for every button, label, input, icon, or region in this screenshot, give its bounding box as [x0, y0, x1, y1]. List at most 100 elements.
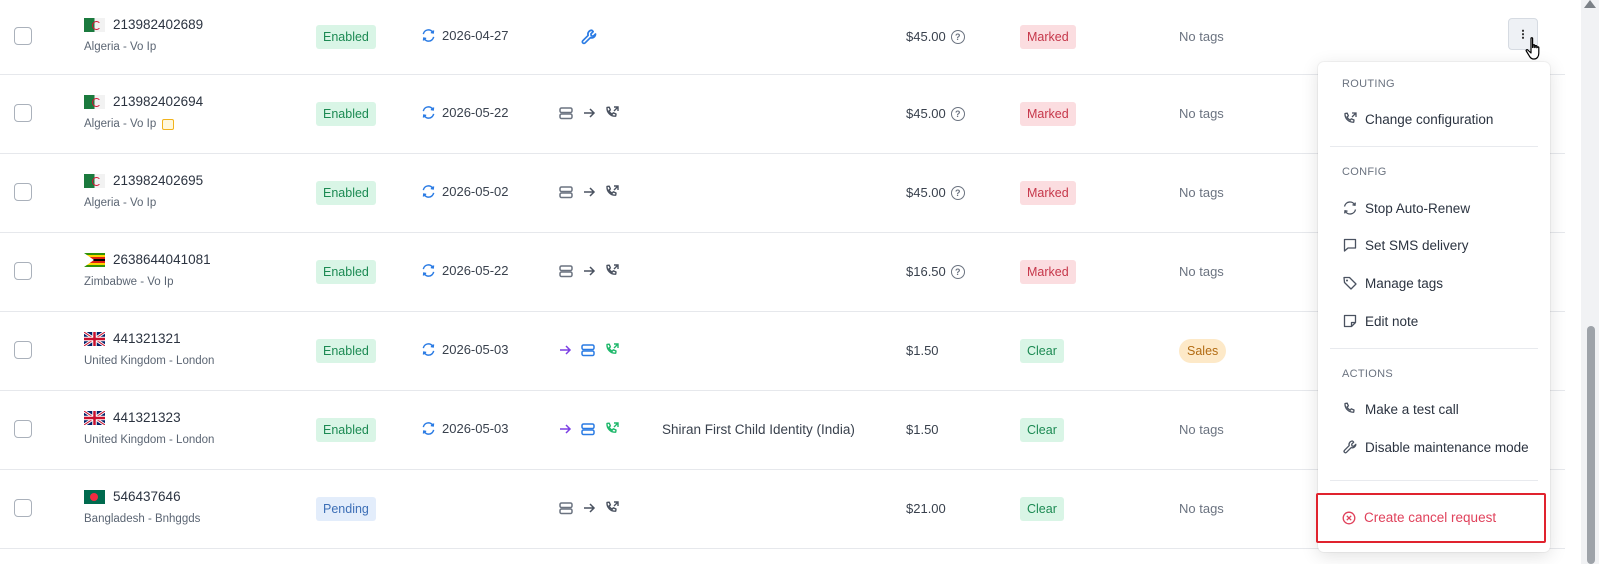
compliance-badge: Marked	[1020, 102, 1076, 126]
tags-text: No tags	[1179, 106, 1224, 121]
scroll-up-arrow-icon[interactable]	[1584, 0, 1596, 8]
server-icon	[559, 186, 573, 199]
arrow-right-icon	[584, 503, 596, 513]
renewal-date-text: 2026-04-27	[442, 28, 509, 43]
scrollbar-thumb[interactable]	[1587, 326, 1595, 564]
wrench-icon	[581, 29, 597, 45]
phone-forward-icon	[606, 106, 619, 117]
phone-icon	[1344, 402, 1355, 413]
identity-name: Shiran First Child Identity (India)	[662, 422, 855, 437]
price-text: $45.00	[906, 185, 946, 200]
refresh-icon	[422, 29, 435, 42]
compliance-badge: Clear	[1020, 339, 1064, 363]
menu-item-manage-tags[interactable]: Manage tags	[1342, 275, 1443, 291]
renewal-date: 2026-05-22	[421, 263, 509, 278]
message-icon	[1343, 238, 1357, 252]
phone-number: 546437646	[113, 489, 181, 504]
renewal-date-text: 2026-05-22	[442, 263, 509, 278]
row-checkbox[interactable]	[14, 341, 32, 359]
menu-item-make-test-call[interactable]: Make a test call	[1342, 401, 1459, 417]
tags-text: No tags	[1179, 185, 1224, 200]
number-cell: 213982402694 Algeria - Vo Ip	[84, 94, 203, 130]
renewal-date: 2026-05-22	[421, 105, 509, 120]
menu-section-actions: ACTIONS	[1342, 368, 1393, 380]
tags-text: No tags	[1179, 501, 1224, 516]
uk-flag-icon	[84, 331, 105, 346]
number-location: Zimbabwe - Vo Ip	[84, 276, 174, 288]
menu-item-edit-note[interactable]: Edit note	[1342, 313, 1418, 329]
renewal-date-text: 2026-05-02	[442, 184, 509, 199]
status-badge: Enabled	[316, 181, 376, 205]
renewal-date: 2026-05-03	[421, 342, 509, 357]
phone-forward-icon	[606, 343, 619, 354]
phone-forward-icon	[606, 185, 619, 196]
status-badge: Enabled	[316, 25, 376, 49]
tags-text: No tags	[1179, 29, 1224, 44]
price: $45.00?	[906, 185, 965, 200]
tag-badge: Sales	[1179, 339, 1227, 363]
compliance-badge: Clear	[1020, 418, 1064, 442]
number-cell: 213982402689 Algeria - Vo Ip	[84, 17, 203, 53]
wrench-icon	[1343, 440, 1357, 454]
tag-icon	[1343, 276, 1357, 290]
status-badge: Enabled	[316, 260, 376, 284]
menu-item-change-configuration[interactable]: Change configuration	[1342, 111, 1493, 127]
price: $45.00?	[906, 29, 965, 44]
number-location: Algeria - Vo Ip	[84, 197, 157, 209]
routing-indicator	[558, 184, 620, 200]
row-checkbox[interactable]	[14, 499, 32, 517]
phone-number: 213982402689	[113, 17, 204, 32]
tags-text: No tags	[1179, 422, 1224, 437]
phone-forward-icon	[1344, 112, 1357, 123]
menu-item-label: Manage tags	[1365, 275, 1444, 291]
status-badge: Enabled	[316, 339, 376, 363]
menu-section-routing: ROUTING	[1342, 78, 1395, 90]
row-checkbox[interactable]	[14, 27, 32, 45]
menu-item-create-cancel-request[interactable]: Create cancel request	[1342, 510, 1496, 525]
status-badge: Enabled	[316, 102, 376, 126]
menu-item-label: Make a test call	[1365, 401, 1459, 417]
routing-indicator	[558, 500, 620, 516]
refresh-icon	[422, 264, 435, 277]
number-cell: 213982402695 Algeria - Vo Ip	[84, 173, 203, 209]
help-icon[interactable]: ?	[950, 264, 965, 279]
row-checkbox[interactable]	[14, 104, 32, 122]
menu-item-disable-maintenance-mode[interactable]: Disable maintenance mode	[1342, 439, 1529, 455]
renewal-date-text: 2026-05-03	[442, 342, 509, 357]
number-location: Algeria - Vo Ip	[84, 41, 157, 53]
price: $1.50	[906, 343, 939, 358]
menu-item-label: Stop Auto-Renew	[1365, 200, 1471, 216]
menu-item-label: Change configuration	[1365, 111, 1494, 127]
row-checkbox[interactable]	[14, 262, 32, 280]
algeria-flag-icon	[84, 17, 105, 32]
arrow-right-icon	[584, 266, 596, 276]
algeria-flag-icon	[84, 173, 105, 188]
row-checkbox[interactable]	[14, 420, 32, 438]
menu-section-config: CONFIG	[1342, 166, 1387, 178]
phone-number: 441321321	[113, 331, 181, 346]
server-icon	[581, 344, 595, 357]
number-location: Algeria - Vo Ip	[84, 118, 157, 130]
help-icon[interactable]: ?	[950, 185, 965, 200]
zimbabwe-flag-icon	[84, 252, 105, 267]
row-checkbox[interactable]	[14, 183, 32, 201]
status-badge: Pending	[316, 497, 376, 521]
help-icon[interactable]: ?	[950, 29, 965, 44]
number-location: United Kingdom - London	[84, 434, 215, 446]
phone-number: 2638644041081	[113, 252, 211, 267]
phone-forward-icon	[606, 422, 619, 433]
server-icon	[559, 107, 573, 120]
refresh-icon	[422, 185, 435, 198]
menu-item-set-sms-delivery[interactable]: Set SMS delivery	[1342, 237, 1469, 253]
renewal-date-text: 2026-05-03	[442, 421, 509, 436]
help-icon[interactable]: ?	[950, 106, 965, 121]
refresh-icon	[422, 343, 435, 356]
number-cell: 2638644041081 Zimbabwe - Vo Ip	[84, 252, 211, 288]
routing-indicator	[558, 342, 620, 358]
refresh-icon	[422, 422, 435, 435]
renewal-date: 2026-05-03	[421, 421, 509, 436]
menu-item-stop-auto-renew[interactable]: Stop Auto-Renew	[1342, 200, 1470, 216]
phone-forward-icon	[606, 264, 619, 275]
menu-divider	[1330, 348, 1538, 349]
note-icon[interactable]	[162, 118, 175, 130]
